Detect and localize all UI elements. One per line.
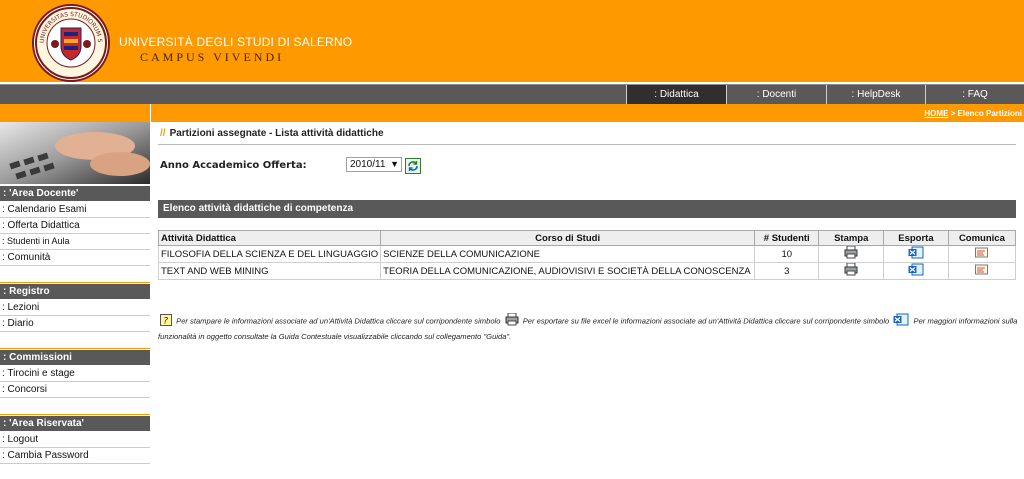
column-header-attivita: Attività Didattica bbox=[157, 230, 382, 246]
refresh-icon[interactable] bbox=[405, 158, 421, 174]
sidebar-item-concorsi[interactable]: : Concorsi bbox=[0, 382, 150, 398]
comunica-cell bbox=[947, 262, 1017, 280]
section-header: Elenco attività didattiche di competenza bbox=[158, 200, 1016, 218]
academic-year-value: 2010/11 bbox=[350, 159, 386, 170]
sidebar-item-diario[interactable]: : Diario bbox=[0, 316, 150, 332]
sidebar-header-area-docente: : 'Area Docente' bbox=[0, 186, 150, 201]
excel-export-icon[interactable] bbox=[908, 246, 924, 262]
table-row: FILOSOFIA DELLA SCIENZA E DEL LINGUAGGIO… bbox=[157, 245, 1017, 263]
campus-vivendi-subtitle: CAMPUS VIVENDI bbox=[140, 50, 285, 64]
top-navigation: : Didattica : Docenti : HelpDesk : FAQ bbox=[0, 84, 1024, 104]
print-icon[interactable] bbox=[844, 262, 858, 279]
esporta-cell bbox=[883, 245, 949, 263]
help-note: ? Per stampare le informazioni associate… bbox=[158, 312, 1018, 343]
column-header-stampa: Stampa bbox=[818, 230, 885, 246]
esporta-cell bbox=[883, 262, 949, 280]
sidebar-item-offerta-didattica[interactable]: : Offerta Didattica bbox=[0, 218, 150, 234]
activity-name: FILOSOFIA DELLA SCIENZA E DEL LINGUAGGIO bbox=[157, 245, 382, 263]
help-text-print: Per stampare le informazioni associate a… bbox=[176, 316, 501, 326]
sidebar-item-comunita[interactable]: : Comunità bbox=[0, 250, 150, 266]
breadcrumb: HOME > Elenco Partizioni bbox=[924, 109, 1022, 118]
sidebar-item-tirocini-e-stage[interactable]: : Tirocini e stage bbox=[0, 366, 150, 382]
print-icon[interactable] bbox=[844, 245, 858, 262]
site-header: UNIVERSITAS STUDIORUM SALERNI UNIVERSITÀ… bbox=[0, 0, 1024, 82]
breadcrumb-home-link[interactable]: HOME bbox=[924, 109, 948, 118]
column-header-comunica: Comunica bbox=[947, 230, 1017, 246]
page-title-text: Partizioni assegnate - Lista attività di… bbox=[169, 128, 384, 139]
nav-docenti[interactable]: : Docenti bbox=[726, 85, 826, 104]
breadcrumb-bar: HOME > Elenco Partizioni bbox=[150, 104, 1024, 122]
column-header-corso: Corso di Studi bbox=[380, 230, 756, 246]
print-icon bbox=[505, 312, 519, 330]
course-name: TEORIA DELLA COMUNICAZIONE, AUDIOVISIVI … bbox=[380, 262, 756, 280]
breadcrumb-current: Elenco Partizioni bbox=[957, 109, 1022, 118]
university-name: UNIVERSITÀ DEGLI STUDI DI SALERNO bbox=[119, 35, 353, 49]
academic-year-select[interactable]: 2010/11 ▼ bbox=[346, 157, 402, 172]
course-name: SCIENZE DELLA COMUNICAZIONE bbox=[380, 245, 756, 263]
sidebar: : 'Area Docente' : Calendario Esami : Of… bbox=[0, 122, 150, 479]
sidebar-header-registro: : Registro bbox=[0, 284, 150, 299]
stampa-cell bbox=[818, 262, 885, 280]
page-title: //Partizioni assegnate - Lista attività … bbox=[160, 128, 384, 139]
sidebar-divider bbox=[0, 414, 150, 415]
nav-helpdesk[interactable]: : HelpDesk bbox=[826, 85, 925, 104]
sidebar-item-logout[interactable]: : Logout bbox=[0, 432, 150, 448]
excel-export-icon[interactable] bbox=[908, 263, 924, 279]
academic-year-label: Anno Accademico Offerta: bbox=[160, 160, 307, 171]
title-divider bbox=[158, 144, 1016, 145]
student-count: 10 bbox=[754, 245, 820, 263]
activity-name: TEXT AND WEB MINING bbox=[157, 262, 382, 280]
column-header-studenti: # Studenti bbox=[754, 230, 820, 246]
stampa-cell bbox=[818, 245, 885, 263]
message-icon[interactable] bbox=[975, 247, 989, 261]
help-text-export: Per esportare su file excel le informazi… bbox=[522, 316, 890, 326]
breadcrumb-separator: > bbox=[948, 109, 958, 118]
sidebar-top-strip bbox=[0, 104, 150, 122]
help-question-icon: ? bbox=[160, 313, 172, 330]
sidebar-header-commissioni: : Commissioni bbox=[0, 350, 150, 365]
excel-export-icon bbox=[893, 313, 909, 330]
activities-table: Attività Didattica Corso di Studi # Stud… bbox=[157, 230, 1017, 280]
sidebar-divider bbox=[0, 282, 150, 283]
comunica-cell bbox=[947, 245, 1017, 263]
table-row: TEXT AND WEB MINING TEORIA DELLA COMUNIC… bbox=[157, 262, 1017, 280]
university-seal-logo[interactable]: UNIVERSITAS STUDIORUM SALERNI bbox=[32, 4, 110, 82]
sidebar-item-calendario-esami[interactable]: : Calendario Esami bbox=[0, 202, 150, 218]
nav-faq[interactable]: : FAQ bbox=[925, 85, 1024, 104]
keyboard-hands-image bbox=[0, 122, 150, 184]
column-header-esporta: Esporta bbox=[883, 230, 949, 246]
sidebar-header-area-riservata: : 'Area Riservata' bbox=[0, 416, 150, 431]
sidebar-item-lezioni[interactable]: : Lezioni bbox=[0, 300, 150, 316]
sidebar-item-cambia-password[interactable]: : Cambia Password bbox=[0, 448, 150, 464]
dropdown-arrow-icon: ▼ bbox=[390, 159, 399, 169]
message-icon[interactable] bbox=[975, 264, 989, 278]
svg-text:?: ? bbox=[163, 316, 168, 326]
title-slashes: // bbox=[160, 128, 166, 139]
table-header-row: Attività Didattica Corso di Studi # Stud… bbox=[157, 230, 1017, 246]
sidebar-divider bbox=[0, 348, 150, 349]
student-count: 3 bbox=[754, 262, 820, 280]
nav-didattica[interactable]: : Didattica bbox=[626, 85, 726, 104]
sidebar-item-studenti-in-aula[interactable]: : Studenti in Aula bbox=[0, 234, 150, 250]
